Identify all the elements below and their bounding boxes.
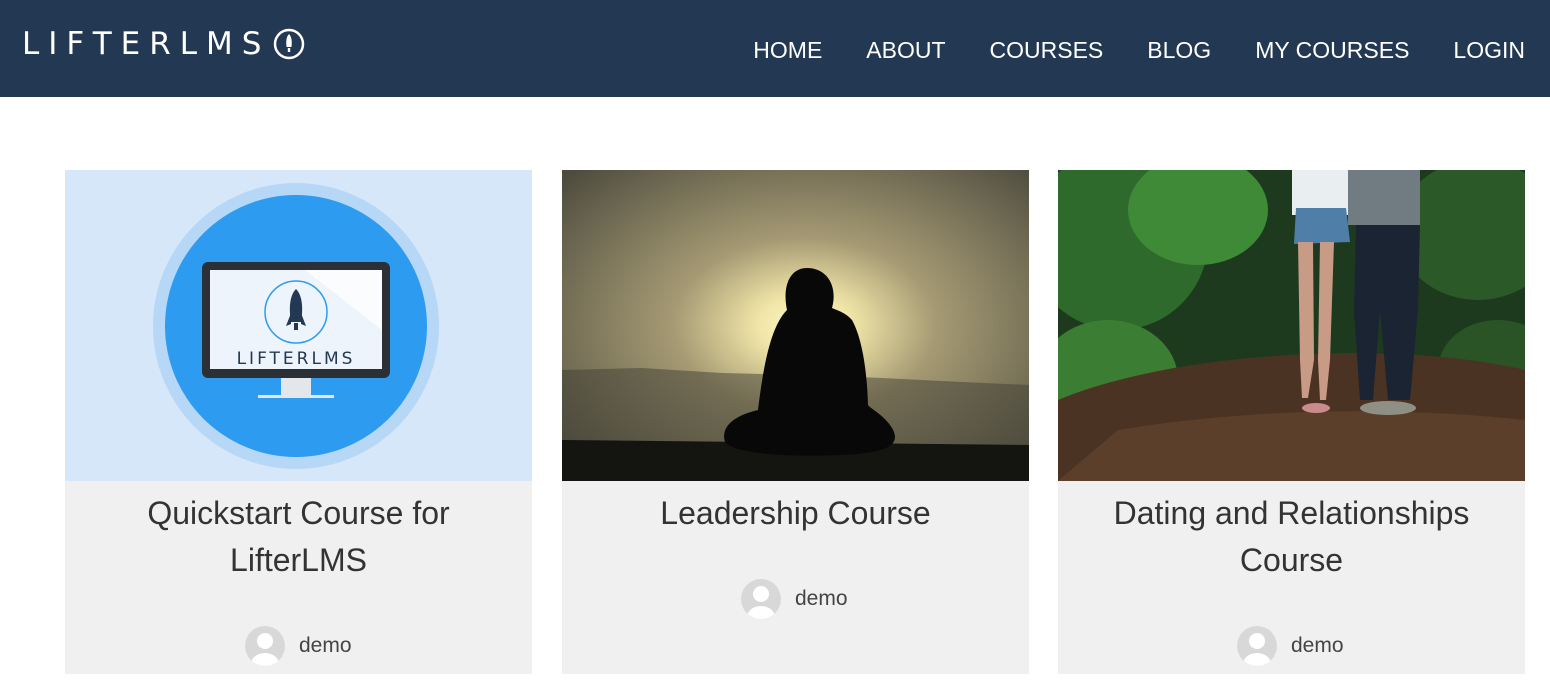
- author-name: demo: [1291, 634, 1344, 657]
- course-author: demo: [245, 626, 352, 666]
- avatar: [245, 626, 285, 666]
- main-nav: HOME ABOUT COURSES BLOG MY COURSES LOGIN: [709, 35, 1525, 65]
- course-image-dating[interactable]: [1058, 170, 1525, 481]
- avatar: [1237, 626, 1277, 666]
- course-card-dating[interactable]: Dating and Relationships Course demo: [1058, 170, 1525, 674]
- avatar: [741, 579, 781, 619]
- site-header: LIFTERLMS HOME ABOUT COURSES BLOG MY COU…: [0, 0, 1550, 97]
- course-image-leadership[interactable]: [562, 170, 1029, 481]
- course-title[interactable]: Quickstart Course for LifterLMS: [85, 490, 512, 584]
- site-logo[interactable]: LIFTERLMS: [22, 24, 306, 64]
- nav-about[interactable]: ABOUT: [866, 35, 945, 65]
- course-title[interactable]: Leadership Course: [582, 490, 1009, 537]
- nav-courses[interactable]: COURSES: [990, 35, 1104, 65]
- course-card-quickstart[interactable]: LIFTERLMS Quickstart Course for LifterLM…: [65, 170, 532, 674]
- course-image-quickstart[interactable]: LIFTERLMS: [65, 170, 532, 481]
- nav-home[interactable]: HOME: [753, 35, 822, 65]
- course-author: demo: [1237, 626, 1344, 666]
- course-title[interactable]: Dating and Relationships Course: [1078, 490, 1505, 584]
- course-card-leadership[interactable]: Leadership Course demo: [562, 170, 1029, 674]
- author-name: demo: [299, 634, 352, 657]
- logo-text: LIFTERLMS: [22, 26, 271, 62]
- nav-my-courses[interactable]: MY COURSES: [1255, 35, 1409, 65]
- rocket-icon: [274, 28, 305, 60]
- nav-login[interactable]: LOGIN: [1453, 35, 1525, 65]
- author-name: demo: [795, 587, 848, 610]
- nav-blog[interactable]: BLOG: [1147, 35, 1211, 65]
- image-logo-text: LIFTERLMS: [237, 349, 356, 369]
- course-author: demo: [741, 579, 848, 619]
